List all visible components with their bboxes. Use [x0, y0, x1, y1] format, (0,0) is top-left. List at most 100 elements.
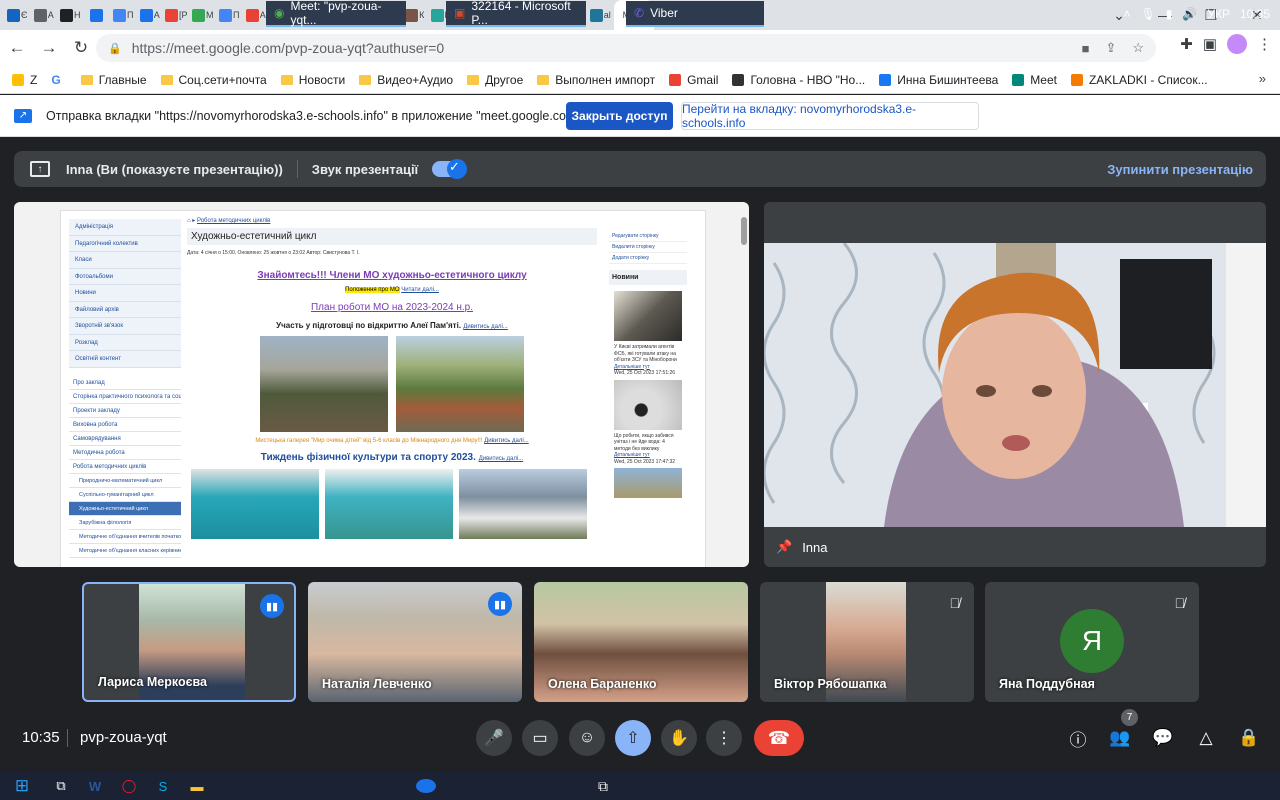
opera-icon[interactable]: ◯ — [112, 772, 146, 800]
site-subnav-item[interactable]: Виховна робота — [69, 417, 181, 432]
raise-hand-button[interactable]: ✋ — [661, 720, 697, 756]
sport-photo-3[interactable] — [459, 469, 587, 539]
site-nav-item[interactable]: Розклад — [69, 334, 181, 351]
main-video-tile[interactable]: 📌 Inna — [764, 202, 1266, 567]
chat-button[interactable]: 💬 — [1151, 726, 1175, 750]
windows-start-icon[interactable]: ⊞ — [0, 772, 44, 800]
activities-button[interactable]: △ — [1194, 726, 1218, 750]
host-controls-button[interactable]: 🔒 — [1237, 726, 1261, 750]
window-icon[interactable]: ⧉ — [598, 778, 608, 795]
bookmark-item[interactable]: Главные — [80, 73, 147, 87]
leave-call-button[interactable]: ☎ — [754, 720, 804, 756]
more-options-button[interactable]: ⋮ — [706, 720, 742, 756]
reload-button[interactable]: ↻ — [66, 33, 96, 63]
news-image-3[interactable] — [614, 468, 682, 498]
site-nav-item[interactable]: Освітній контент — [69, 351, 181, 368]
bookmark-item[interactable]: Выполнен импорт — [537, 73, 655, 87]
browser-tab[interactable]: П — [216, 0, 243, 30]
address-bar[interactable]: 🔒 https://meet.google.com/pvp-zoua-yqt?a… — [96, 34, 1156, 62]
admin-link[interactable]: Редагувати сторінку — [609, 231, 687, 242]
site-subnav-child[interactable]: Суспільно-гуманітарний цикл — [69, 487, 181, 502]
microphone-tray-icon[interactable]: 🎙 — [1141, 7, 1156, 21]
site-subnav-item[interactable]: Проекти закладу — [69, 403, 181, 418]
browser-tab[interactable]: al — [587, 0, 614, 30]
app-icon[interactable] — [416, 779, 436, 793]
site-subnav-item[interactable]: Про заклад — [69, 375, 181, 390]
scrollbar-thumb[interactable] — [741, 217, 747, 245]
see-more-link[interactable]: Дивитись далі... — [463, 324, 508, 330]
sidepanel-icon[interactable]: ▣ — [1203, 35, 1217, 53]
site-nav-item[interactable]: Класи — [69, 252, 181, 269]
read-more-link[interactable]: Читати далі... — [401, 287, 439, 293]
bookmark-item[interactable]: Видео+Аудио — [359, 73, 453, 87]
site-subnav-child[interactable]: Природничо-математичний цикл — [69, 473, 181, 488]
bookmark-star-icon[interactable]: ☆ — [1132, 40, 1144, 56]
present-button[interactable]: ⇧ — [615, 720, 651, 756]
site-nav-item[interactable]: Фотоальбоми — [69, 268, 181, 285]
news-image-2[interactable] — [614, 379, 682, 430]
members-link[interactable]: Знайомтесь!!! Члени МО художньо-естетичн… — [187, 270, 597, 281]
stop-sharing-button[interactable]: Закрыть доступ — [566, 102, 673, 130]
taskbar-app-meet[interactable]: ◉ Meet: "pvp-zoua-yqt... — [266, 0, 406, 27]
browser-tab[interactable]: А — [137, 0, 164, 30]
taskbar-clock[interactable]: 10:35 — [1240, 7, 1270, 21]
switch-tab-button[interactable]: Перейти на вкладку: novomyrhorodska3.e-s… — [681, 102, 979, 130]
news-link-2[interactable]: Детальніше тут — [614, 452, 650, 458]
bookmark-item[interactable]: Meet — [1012, 73, 1057, 87]
forward-button[interactable]: → — [34, 33, 64, 63]
participant-tile[interactable]: Олена Бараненко — [534, 582, 748, 702]
microphone-button[interactable]: 🎤 — [476, 720, 512, 756]
volume-icon[interactable]: 🔊 — [1182, 7, 1197, 21]
site-subnav-item[interactable]: Методична робота — [69, 445, 181, 460]
browser-tab[interactable]: М — [190, 0, 217, 30]
bookmark-item[interactable]: Соц.сети+почта — [160, 73, 267, 87]
menu-icon[interactable]: ⋮ — [1257, 35, 1272, 53]
share-icon[interactable]: ⇪ — [1105, 40, 1116, 56]
profile-avatar[interactable] — [1227, 34, 1247, 54]
browser-tab[interactable]: [Р — [163, 0, 190, 30]
pin-icon[interactable]: 📌 — [776, 539, 792, 555]
plan-link[interactable]: План роботи МО на 2023-2024 н.р. — [187, 302, 597, 313]
site-nav-item[interactable]: Педагогічний колектив — [69, 235, 181, 252]
participant-tile[interactable]: 🎙̸ Віктор Рябошапка — [760, 582, 974, 702]
see-more-link-3[interactable]: Дивитись далі... — [479, 456, 524, 462]
site-subnav-child[interactable]: Методичне об'єднання вчителів початкових… — [69, 529, 181, 544]
alley-photo-2[interactable] — [396, 336, 524, 432]
taskbar-app-powerpoint[interactable]: ▣ 322164 - Microsoft P... — [446, 0, 586, 27]
lock-icon[interactable]: 🔒 — [108, 42, 122, 55]
browser-tab[interactable]: Є — [4, 0, 31, 30]
skype-icon[interactable]: S — [146, 772, 180, 800]
news-link-1[interactable]: Детальніше тут — [614, 364, 650, 370]
bookmark-item[interactable]: Gmail — [669, 73, 718, 87]
browser-tab[interactable]: А — [31, 0, 58, 30]
site-subnav-child[interactable]: Методичне об'єднання класних керівників — [69, 543, 181, 558]
browser-tab[interactable]: Н — [57, 0, 84, 30]
breadcrumb-link[interactable]: Робота методичних циклів — [197, 218, 270, 224]
bookmark-item[interactable]: Z — [12, 73, 37, 87]
alley-photo-1[interactable] — [260, 336, 388, 432]
site-subnav-item[interactable]: Самоврядування — [69, 431, 181, 446]
bookmark-item[interactable]: ZAKLADKI - Список... — [1070, 73, 1208, 87]
camera-button[interactable]: ▭ — [522, 720, 558, 756]
back-button[interactable]: ← — [2, 33, 32, 63]
people-button[interactable]: 👥 — [1108, 726, 1132, 750]
reactions-button[interactable]: ☺ — [569, 720, 605, 756]
site-nav-item[interactable]: Адміністрація — [69, 219, 181, 236]
bookmarks-overflow-icon[interactable]: » — [1259, 71, 1266, 86]
site-nav-item[interactable]: Новини — [69, 285, 181, 302]
tray-overflow-icon[interactable]: ˄ — [1124, 7, 1131, 21]
bookmark-item[interactable]: Другое — [467, 73, 523, 87]
bookmark-item[interactable]: Новости — [280, 73, 345, 87]
participant-tile[interactable]: ▮▮ Наталія Левченко — [308, 582, 522, 702]
meeting-details-button[interactable]: ⓘ — [1066, 726, 1090, 750]
taskbar-app-viber[interactable]: ✆ Viber — [626, 1, 764, 27]
site-subnav-child[interactable]: Зарубіжна філологія — [69, 515, 181, 530]
camera-icon[interactable]: ■ — [1082, 41, 1090, 56]
browser-tab[interactable] — [84, 0, 111, 30]
stop-presenting-button[interactable]: Зупинити презентацію — [1107, 162, 1253, 177]
bookmark-item[interactable]: Инна Бишинтеева — [879, 73, 998, 87]
admin-link[interactable]: Видалити сторінку — [609, 242, 687, 253]
site-subnav-item[interactable]: Робота методичних циклів — [69, 459, 181, 474]
site-nav-item[interactable]: Зворотній зв'язок — [69, 318, 181, 335]
word-icon[interactable]: W — [78, 772, 112, 800]
